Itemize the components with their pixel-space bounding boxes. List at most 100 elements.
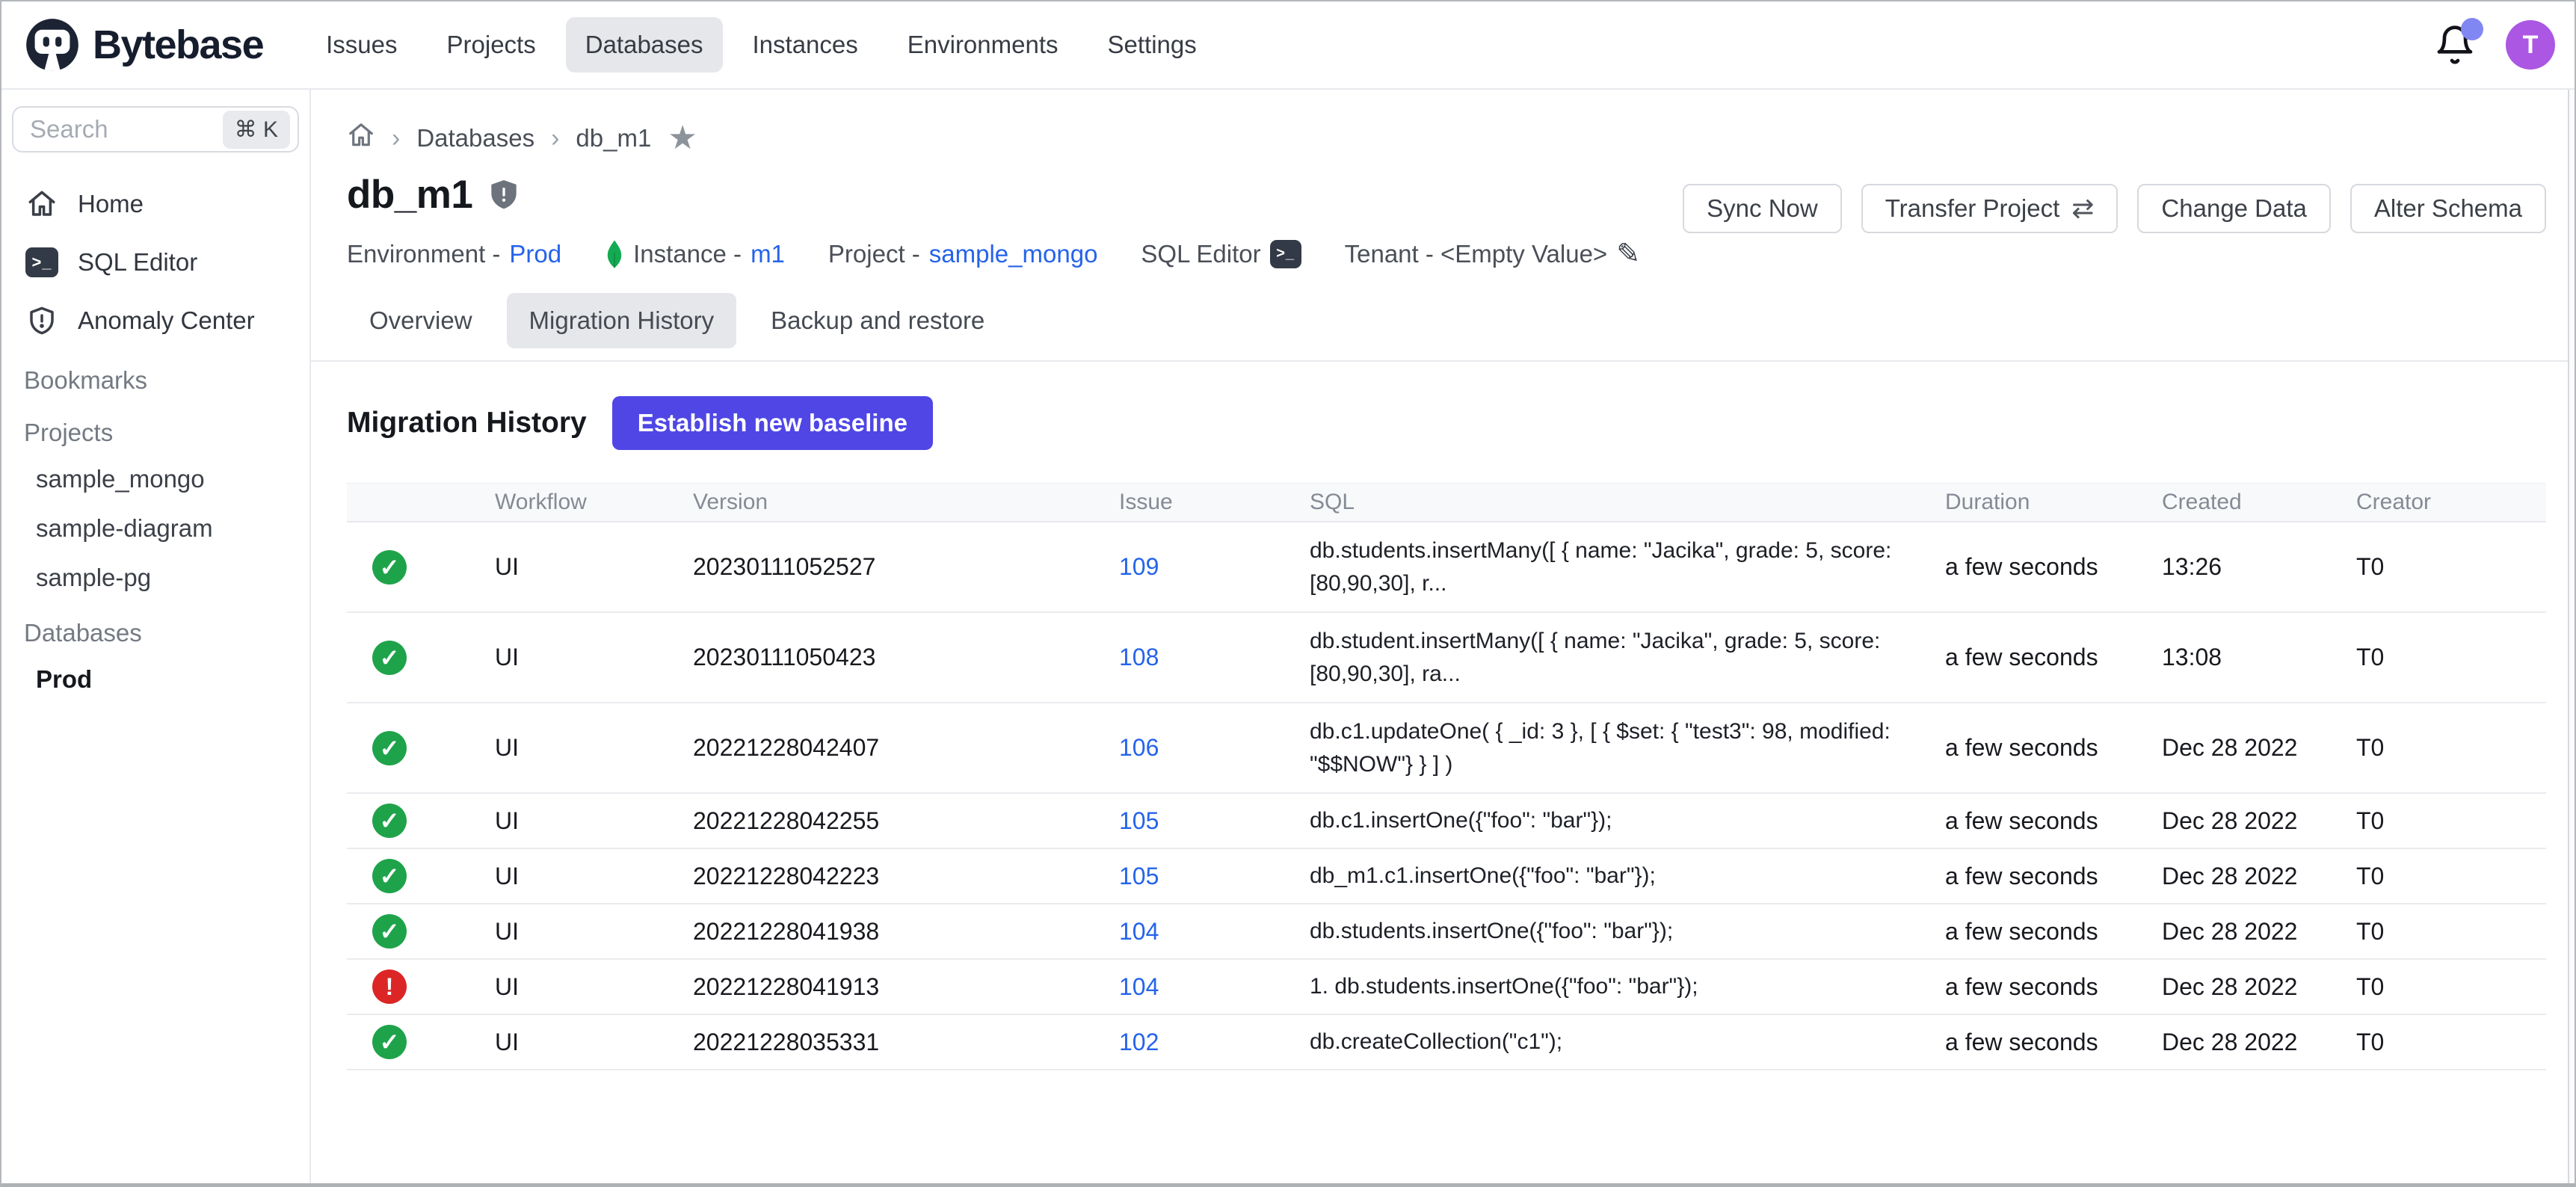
created-cell: Dec 28 2022 xyxy=(2147,1029,2341,1056)
status-success-icon xyxy=(372,731,407,765)
nav-projects[interactable]: Projects xyxy=(428,17,555,73)
nav-environments[interactable]: Environments xyxy=(888,17,1078,73)
issue-link[interactable]: 104 xyxy=(1119,973,1159,1000)
tab-divider xyxy=(311,360,2576,362)
tab-backup-and-restore[interactable]: Backup and restore xyxy=(748,293,1007,348)
search-shortcut-badge: ⌘ K xyxy=(223,111,290,149)
home-icon xyxy=(25,188,58,221)
sidebar-item-anomaly-center[interactable]: Anomaly Center xyxy=(1,292,309,350)
vertical-scrollbar[interactable] xyxy=(2568,90,2575,1183)
duration-cell: a few seconds xyxy=(1930,734,2147,762)
sidebar-project-sample-diagram[interactable]: sample-diagram xyxy=(1,504,309,553)
breadcrumb-db-m1[interactable]: db_m1 xyxy=(576,124,651,152)
edit-pencil-icon[interactable]: ✎ xyxy=(1616,237,1640,271)
breadcrumb-databases[interactable]: Databases xyxy=(416,124,534,152)
duration-cell: a few seconds xyxy=(1930,863,2147,890)
sidebar-section-bookmarks: Bookmarks xyxy=(1,350,309,402)
notification-dot xyxy=(2461,18,2483,40)
sync-now-button[interactable]: Sync Now xyxy=(1683,184,1842,233)
workflow-cell: UI xyxy=(480,918,678,946)
tab-migration-history[interactable]: Migration History xyxy=(507,293,737,348)
workflow-cell: UI xyxy=(480,973,678,1001)
version-cell: 20230111050423 xyxy=(678,644,1104,671)
issue-link[interactable]: 105 xyxy=(1119,863,1159,890)
duration-cell: a few seconds xyxy=(1930,918,2147,946)
col-issue: Issue xyxy=(1104,490,1295,515)
sql-editor-label: SQL Editor xyxy=(1141,240,1260,268)
environment-label: Environment - xyxy=(347,240,500,268)
user-avatar[interactable]: T xyxy=(2506,20,2555,70)
version-cell: 20221228042223 xyxy=(678,863,1104,890)
version-cell: 20221228042407 xyxy=(678,734,1104,762)
nav-issues[interactable]: Issues xyxy=(306,17,416,73)
migration-history-table: Workflow Version Issue SQL Duration Crea… xyxy=(347,483,2546,1070)
sidebar-item-label: SQL Editor xyxy=(78,248,197,277)
creator-cell: T0 xyxy=(2341,918,2546,946)
table-row[interactable]: UI 20230111052527 109 db.students.insert… xyxy=(347,522,2546,613)
issue-link[interactable]: 104 xyxy=(1119,918,1159,945)
sql-editor-terminal-icon[interactable]: >_ xyxy=(1270,240,1301,268)
nav-instances[interactable]: Instances xyxy=(733,17,878,73)
status-success-icon xyxy=(372,1025,407,1059)
status-success-icon xyxy=(372,641,407,675)
change-data-button[interactable]: Change Data xyxy=(2137,184,2330,233)
issue-link[interactable]: 108 xyxy=(1119,644,1159,670)
header-actions: Sync Now Transfer Project⇄ Change Data A… xyxy=(1683,184,2546,233)
search-box[interactable]: ⌘ K xyxy=(12,106,299,152)
workflow-cell: UI xyxy=(480,807,678,835)
chevron-right-icon: › xyxy=(551,124,559,153)
table-row[interactable]: UI 20230111050423 108 db.student.insertM… xyxy=(347,613,2546,703)
table-row[interactable]: UI 20221228042223 105 db_m1.c1.insertOne… xyxy=(347,849,2546,904)
creator-cell: T0 xyxy=(2341,807,2546,835)
search-input[interactable] xyxy=(30,115,223,144)
table-row[interactable]: UI 20221228035331 102 db.createCollectio… xyxy=(347,1015,2546,1070)
col-duration: Duration xyxy=(1930,490,2147,515)
sql-cell: db.students.insertOne({"foo": "bar"}); xyxy=(1295,915,1930,948)
sql-cell: db.c1.updateOne( { _id: 3 }, [ { $set: {… xyxy=(1295,715,1930,781)
tab-overview[interactable]: Overview xyxy=(347,293,495,348)
nav-settings[interactable]: Settings xyxy=(1088,17,1216,73)
notifications-bell-icon[interactable] xyxy=(2434,24,2476,66)
breadcrumb: › Databases › db_m1 ★ xyxy=(347,121,2546,155)
created-cell: Dec 28 2022 xyxy=(2147,807,2341,835)
issue-link[interactable]: 109 xyxy=(1119,553,1159,580)
issue-link[interactable]: 105 xyxy=(1119,807,1159,834)
project-link[interactable]: sample_mongo xyxy=(929,240,1098,268)
sidebar-item-sql-editor[interactable]: >_ SQL Editor xyxy=(1,233,309,292)
workflow-cell: UI xyxy=(480,553,678,581)
issue-link[interactable]: 102 xyxy=(1119,1029,1159,1055)
duration-cell: a few seconds xyxy=(1930,644,2147,671)
establish-baseline-button[interactable]: Establish new baseline xyxy=(612,396,933,450)
sql-cell: 1. db.students.insertOne({"foo": "bar"})… xyxy=(1295,970,1930,1003)
table-row[interactable]: UI 20221228041938 104 db.students.insert… xyxy=(347,904,2546,960)
sidebar-project-sample-mongo[interactable]: sample_mongo xyxy=(1,454,309,504)
table-row[interactable]: UI 20221228042255 105 db.c1.insertOne({"… xyxy=(347,794,2546,849)
environment-link[interactable]: Prod xyxy=(509,240,561,268)
main-nav: Issues Projects Databases Instances Envi… xyxy=(306,17,1216,73)
bookmark-star-icon[interactable]: ★ xyxy=(668,122,697,155)
workflow-cell: UI xyxy=(480,863,678,890)
sidebar-item-home[interactable]: Home xyxy=(1,175,309,233)
alter-schema-button[interactable]: Alter Schema xyxy=(2350,184,2546,233)
bytebase-logo[interactable]: Bytebase xyxy=(24,16,263,73)
chevron-right-icon: › xyxy=(392,124,400,153)
sidebar-database-prod[interactable]: Prod xyxy=(1,655,309,704)
created-cell: 13:26 xyxy=(2147,553,2341,581)
page-title: db_m1 xyxy=(347,172,472,218)
table-row[interactable]: UI 20221228042407 106 db.c1.updateOne( {… xyxy=(347,703,2546,794)
top-nav: Bytebase Issues Projects Databases Insta… xyxy=(1,1,2575,90)
table-row[interactable]: UI 20221228041913 104 1. db.students.ins… xyxy=(347,960,2546,1015)
sql-cell: db.createCollection("c1"); xyxy=(1295,1026,1930,1058)
nav-databases[interactable]: Databases xyxy=(566,17,723,73)
sidebar-project-sample-pg[interactable]: sample-pg xyxy=(1,553,309,602)
sidebar-item-label: Home xyxy=(78,190,144,218)
version-cell: 20221228041938 xyxy=(678,918,1104,946)
col-sql: SQL xyxy=(1295,490,1930,515)
duration-cell: a few seconds xyxy=(1930,553,2147,581)
version-cell: 20221228041913 xyxy=(678,973,1104,1001)
breadcrumb-home-icon[interactable] xyxy=(347,121,375,155)
instance-link[interactable]: m1 xyxy=(751,240,785,268)
transfer-project-button[interactable]: Transfer Project⇄ xyxy=(1861,184,2119,233)
issue-link[interactable]: 106 xyxy=(1119,734,1159,761)
sidebar: ⌘ K Home >_ SQL Editor xyxy=(1,90,311,1183)
